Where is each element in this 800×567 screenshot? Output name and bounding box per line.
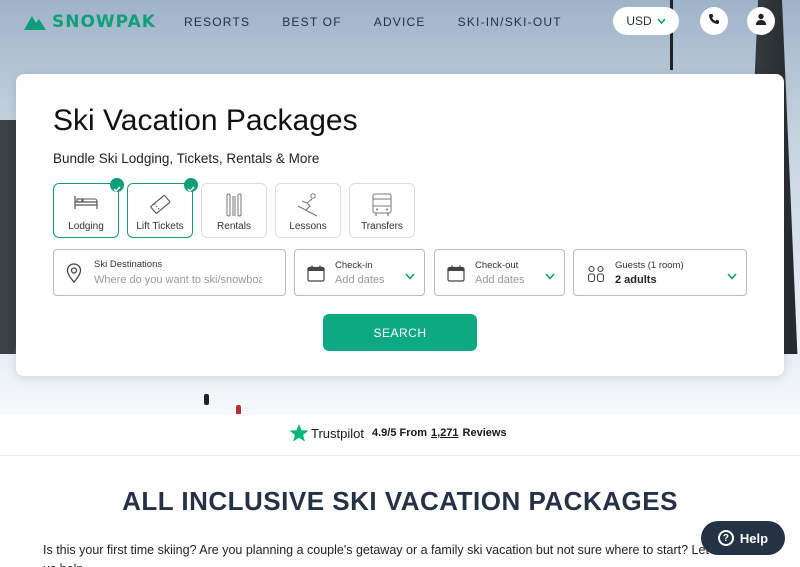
- option-label: Lift Tickets: [136, 221, 184, 232]
- option-transfers[interactable]: Transfers: [349, 183, 415, 238]
- calendar-icon: [447, 265, 465, 282]
- brand-logo[interactable]: SNOWPAK: [24, 12, 156, 32]
- trustpilot-star-icon: [289, 424, 309, 442]
- calendar-icon: [307, 265, 325, 282]
- checkout-field[interactable]: Check-out Add dates: [434, 249, 565, 296]
- section-title: ALL INCLUSIVE SKI VACATION PACKAGES: [122, 486, 678, 516]
- nav-link-resorts[interactable]: RESORTS: [184, 15, 250, 29]
- skier-icon: [297, 193, 318, 217]
- option-label: Transfers: [361, 221, 403, 232]
- page-subtitle: Bundle Ski Lodging, Tickets, Rentals & M…: [53, 151, 320, 166]
- trustpilot-name: Trustpilot: [311, 425, 364, 441]
- nav-links: RESORTS BEST OF ADVICE SKI-IN/SKI-OUT: [184, 15, 594, 29]
- ticket-icon: [150, 195, 171, 214]
- chevron-down-icon: [727, 267, 737, 285]
- top-nav: SNOWPAK RESORTS BEST OF ADVICE SKI-IN/SK…: [0, 0, 800, 44]
- chevron-down-icon: [545, 267, 555, 285]
- trustpilot-bar: Trustpilot 4.9/5 From 1,271 Reviews: [0, 414, 800, 456]
- checkin-input[interactable]: Add dates: [335, 274, 385, 286]
- nav-link-ski-in-ski-out[interactable]: SKI-IN/SKI-OUT: [458, 15, 562, 29]
- destination-field[interactable]: Ski Destinations Where do you want to sk…: [53, 249, 286, 296]
- destination-label: Ski Destinations: [94, 259, 163, 270]
- location-pin-icon: [66, 263, 82, 283]
- user-icon: [755, 12, 767, 30]
- guests-field[interactable]: Guests (1 room) 2 adults: [573, 249, 747, 296]
- phone-button[interactable]: [700, 7, 728, 35]
- search-card: Ski Vacation Packages Bundle Ski Lodging…: [16, 74, 784, 376]
- checkmark-icon: [184, 178, 198, 192]
- chevron-down-icon: [405, 267, 415, 285]
- account-button[interactable]: [747, 7, 775, 35]
- option-label: Lessons: [289, 221, 327, 232]
- option-label: Lodging: [68, 221, 104, 232]
- trustpilot-rating: Trustpilot 4.9/5 From 1,271 Reviews: [289, 423, 507, 443]
- trustpilot-score: 4.9/5 From: [371, 427, 428, 439]
- bed-icon: [74, 196, 98, 209]
- checkin-field[interactable]: Check-in Add dates: [294, 249, 425, 296]
- search-button[interactable]: SEARCH: [323, 314, 477, 351]
- option-rentals[interactable]: Rentals: [201, 183, 267, 238]
- guests-value[interactable]: 2 adults: [615, 274, 657, 286]
- reviews-label: Reviews: [462, 427, 507, 439]
- brand-name: SNOWPAK: [52, 12, 156, 32]
- guests-icon: [587, 265, 605, 283]
- option-label: Rentals: [217, 221, 251, 232]
- help-label: Help: [739, 530, 769, 546]
- guests-label: Guests (1 room): [615, 260, 684, 271]
- checkin-label: Check-in: [335, 260, 373, 271]
- help-button[interactable]: ? Help: [701, 521, 785, 555]
- skier-figure: [204, 394, 209, 405]
- checkout-label: Check-out: [475, 260, 519, 271]
- currency-selector[interactable]: USD: [613, 7, 679, 35]
- option-lessons[interactable]: Lessons: [275, 183, 341, 238]
- phone-icon: [708, 12, 720, 30]
- question-icon: ?: [717, 530, 734, 546]
- nav-link-advice[interactable]: ADVICE: [374, 15, 426, 29]
- destination-input[interactable]: Where do you want to ski/snowboard?: [94, 274, 262, 286]
- skier-figure: [236, 405, 241, 414]
- chevron-down-icon: [657, 15, 666, 27]
- currency-value: USD: [626, 14, 652, 28]
- skis-icon: [226, 193, 242, 217]
- checkmark-icon: [110, 178, 124, 192]
- option-lift-tickets[interactable]: Lift Tickets: [127, 178, 198, 238]
- checkout-input[interactable]: Add dates: [475, 274, 525, 286]
- nav-link-best-of[interactable]: BEST OF: [282, 15, 342, 29]
- page-title: Ski Vacation Packages: [53, 104, 358, 137]
- review-count-link[interactable]: 1,271: [431, 427, 459, 439]
- bus-icon: [372, 193, 392, 216]
- option-lodging[interactable]: Lodging: [53, 178, 124, 238]
- intro-paragraph: Is this your first time skiing? Are you …: [43, 543, 709, 567]
- mountain-logo-icon: [24, 14, 46, 30]
